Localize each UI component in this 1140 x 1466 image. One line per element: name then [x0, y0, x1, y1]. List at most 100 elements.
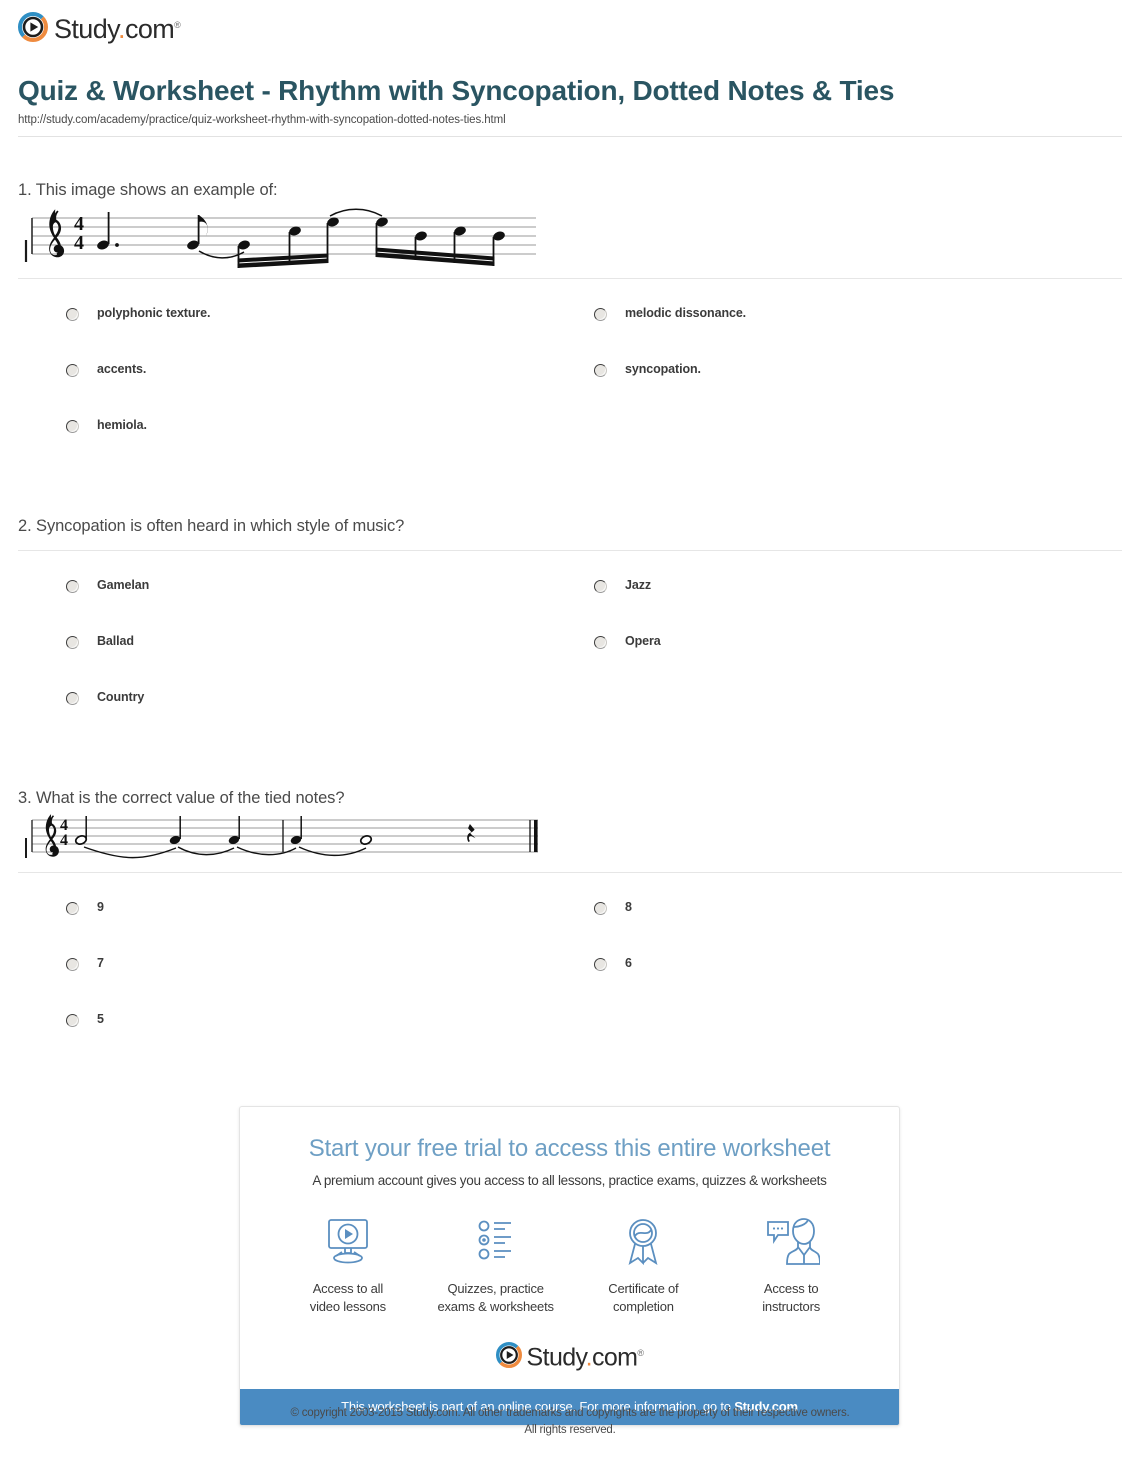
page-url: http://study.com/academy/practice/quiz-w… [18, 114, 506, 127]
option-label: 8 [625, 900, 632, 915]
feature-quizzes: Quizzes, practice exams & worksheets [422, 1214, 570, 1315]
feature-text: Access to instructors [717, 1280, 865, 1315]
option-label: syncopation. [625, 362, 701, 377]
radio-button-icon[interactable] [594, 580, 607, 594]
promo-title: Start your free trial to access this ent… [308, 1135, 831, 1162]
logo-word-study: Study [54, 14, 119, 44]
svg-text:4: 4 [74, 232, 84, 254]
radio-button-icon[interactable] [66, 1014, 79, 1028]
radio-button-icon[interactable] [594, 364, 607, 378]
music-staff-question-3: 4 4 [18, 814, 1122, 866]
option-row[interactable]: Gamelan [66, 577, 594, 633]
radio-button-icon[interactable] [594, 636, 607, 650]
option-row[interactable]: hemiola. [66, 417, 594, 473]
play-circle-icon [18, 12, 48, 42]
option-row[interactable]: Jazz [594, 577, 1122, 633]
radio-button-icon[interactable] [594, 958, 607, 972]
copyright-line-1: © copyright 2003-2015 Study.com. All oth… [290, 1407, 850, 1419]
option-row[interactable]: Opera [594, 633, 1122, 689]
question-2-text: 2. Syncopation is often heard in which s… [18, 517, 405, 536]
option-label: Opera [625, 634, 661, 649]
radio-button-icon[interactable] [594, 308, 607, 322]
option-row[interactable]: 9 [66, 899, 594, 955]
question-2-options: Gamelan Jazz Ballad Opera Country [18, 551, 1122, 745]
promo-features: Access to all video lessons Quizzes, pra… [240, 1188, 899, 1323]
promo-header: Start your free trial to access this ent… [240, 1107, 899, 1188]
radio-button-icon[interactable] [66, 636, 79, 650]
feature-line-1: Certificate of [608, 1281, 679, 1296]
feature-video-lessons: Access to all video lessons [274, 1214, 422, 1315]
option-row-empty [594, 689, 1122, 745]
logo-trademark: ® [174, 20, 181, 30]
radio-button-icon[interactable] [66, 692, 79, 706]
page-header: Study.com® [0, 0, 1140, 46]
feature-line-2: instructors [762, 1298, 820, 1314]
option-label: Ballad [97, 634, 134, 649]
option-row-empty [594, 417, 1122, 473]
option-label: Country [97, 690, 145, 705]
feature-text: Quizzes, practice exams & worksheets [422, 1280, 570, 1315]
option-label: Jazz [625, 578, 652, 593]
promo-study-com-logo[interactable]: Study.com® [240, 1323, 899, 1389]
option-label: 6 [625, 956, 632, 971]
question-1-options: polyphonic texture. melodic dissonance. … [18, 279, 1122, 473]
option-row[interactable]: 7 [66, 955, 594, 1011]
feature-text: Access to all video lessons [274, 1280, 422, 1315]
radio-button-icon[interactable] [66, 958, 79, 972]
option-row[interactable]: melodic dissonance. [594, 305, 1122, 361]
option-label: Gamelan [97, 578, 150, 593]
option-label: 7 [97, 956, 104, 971]
option-row[interactable]: 6 [594, 955, 1122, 1011]
option-row[interactable]: 8 [594, 899, 1122, 955]
question-3: 3. What is the correct value of the tied… [0, 745, 1140, 1067]
option-label: 9 [97, 900, 104, 915]
free-trial-promo-card: Start your free trial to access this ent… [239, 1106, 900, 1427]
award-ribbon-icon [570, 1214, 718, 1270]
option-row-empty [594, 1011, 1122, 1067]
logo-wordmark: Study.com® [526, 1339, 645, 1372]
question-3-text: 3. What is the correct value of the tied… [18, 789, 345, 808]
option-row[interactable]: syncopation. [594, 361, 1122, 417]
feature-instructors: Access to instructors [717, 1214, 865, 1315]
option-label: polyphonic texture. [97, 306, 211, 321]
checklist-icon [422, 1214, 570, 1270]
question-3-options: 9 8 7 6 5 [18, 873, 1122, 1067]
logo-word-dot: . [118, 14, 125, 44]
instructor-chat-icon [717, 1214, 865, 1270]
worksheet-page: Study.com® Quiz & Worksheet - Rhythm wit… [0, 0, 1140, 1466]
radio-button-icon[interactable] [66, 420, 79, 434]
logo-word-tld: com [591, 1343, 638, 1372]
promo-subtitle: A premium account gives you access to al… [312, 1173, 827, 1188]
radio-button-icon[interactable] [66, 902, 79, 916]
feature-certificate: Certificate of completion [570, 1214, 718, 1315]
study-com-logo[interactable]: Study.com® [18, 10, 1140, 44]
option-row[interactable]: 5 [66, 1011, 594, 1067]
option-row[interactable]: accents. [66, 361, 594, 417]
option-label: hemiola. [97, 418, 147, 433]
copyright-footer: © copyright 2003-2015 Study.com. All oth… [0, 1405, 1140, 1438]
option-label: accents. [97, 362, 147, 377]
radio-button-icon[interactable] [66, 308, 79, 322]
option-row[interactable]: polyphonic texture. [66, 305, 594, 361]
radio-button-icon[interactable] [66, 364, 79, 378]
feature-text: Certificate of completion [570, 1280, 718, 1315]
radio-button-icon[interactable] [66, 580, 79, 594]
question-1-text: 1. This image shows an example of: [18, 181, 278, 200]
copyright-line-2: All rights reserved. [524, 1423, 616, 1436]
logo-word-study: Study [526, 1343, 587, 1372]
page-title: Quiz & Worksheet - Rhythm with Syncopati… [18, 75, 895, 106]
feature-line-2: video lessons [309, 1298, 386, 1314]
feature-line-1: Access to [763, 1281, 819, 1296]
play-circle-icon [495, 1342, 522, 1369]
option-row[interactable]: Country [66, 689, 594, 745]
feature-line-2: completion [612, 1298, 674, 1314]
svg-text:4: 4 [60, 832, 68, 849]
logo-word-tld: com [124, 14, 175, 44]
radio-button-icon[interactable] [594, 902, 607, 916]
monitor-play-icon [274, 1214, 422, 1270]
title-block: Quiz & Worksheet - Rhythm with Syncopati… [0, 46, 1140, 126]
option-label: melodic dissonance. [625, 306, 747, 321]
logo-trademark: ® [637, 1348, 644, 1359]
option-label: 5 [97, 1012, 104, 1027]
option-row[interactable]: Ballad [66, 633, 594, 689]
